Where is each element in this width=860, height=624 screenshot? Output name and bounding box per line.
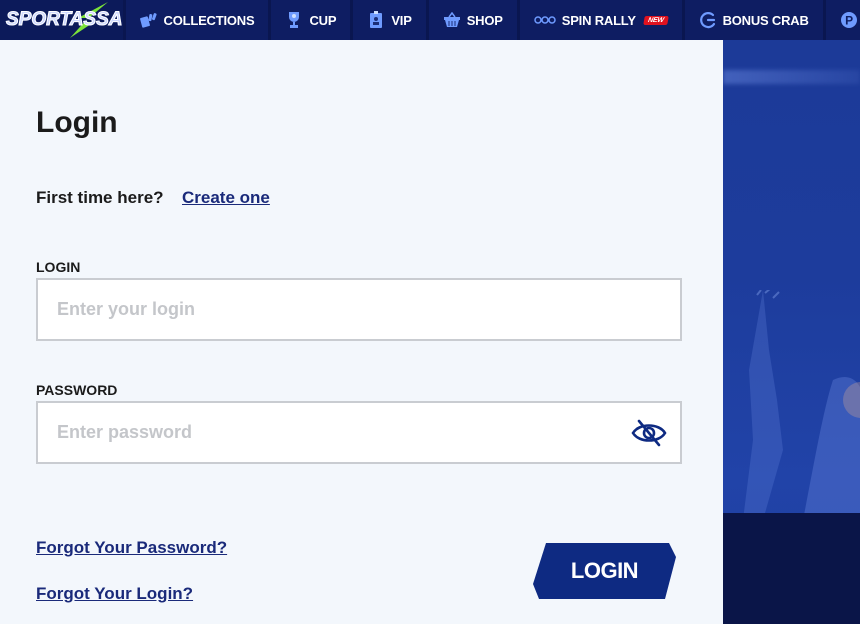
nav-item-cup[interactable]: CUP [268,0,351,40]
nav-label: CUP [309,12,337,28]
nav-item-spin-rally[interactable]: SPIN RALLY NEW [516,0,682,40]
stadium-lights [723,70,860,84]
crab-claw-icon [699,11,717,29]
sportassa-logo[interactable]: SPORTASSA [0,0,123,40]
p-coin-icon: P [840,11,858,29]
nav-label: SPIN RALLY [561,12,636,28]
svg-text:P: P [845,14,853,28]
password-field-wrapper [36,401,682,464]
login-button-label: LOGIN [570,558,639,583]
basket-icon [443,11,461,29]
forgot-login-link[interactable]: Forgot Your Login? [36,584,193,604]
cards-icon [139,11,158,29]
password-input[interactable] [57,422,617,443]
nav-item-bonus-crab[interactable]: BONUS CRAB [681,0,823,40]
create-account-link[interactable]: Create one [182,188,270,208]
nav-label: COLLECTIONS [163,12,255,28]
eye-off-icon[interactable] [630,419,668,447]
forgot-password-link[interactable]: Forgot Your Password? [36,538,227,558]
hero-background-image [723,40,860,624]
nav-item-vip[interactable]: VIP [350,0,426,40]
login-field-label: LOGIN [36,259,81,275]
password-field-label: PASSWORD [36,382,118,398]
nav-label: BONUS CRAB [722,12,809,28]
login-field-wrapper [36,278,682,341]
nav-label: SHOP [466,12,503,28]
vip-badge-icon [367,11,385,29]
page-title: Login [36,106,118,139]
nav-label: VIP [391,12,412,28]
nav-item-collections[interactable]: COLLECTIONS [122,0,269,40]
login-input[interactable] [57,299,617,320]
top-navigation: SPORTASSA COLLECTIONS CUP VIP SHOP SPIN … [0,0,860,40]
nav-item-shop[interactable]: SHOP [425,0,517,40]
login-panel: Login First time here? Create one LOGIN … [0,40,723,624]
fan-silhouette [743,290,860,520]
first-time-text: First time here? [36,188,164,207]
login-submit-button[interactable]: LOGIN [533,543,676,599]
race-cars-icon [533,11,556,29]
logo-text: SPORTASSA [6,9,123,31]
nav-item-guide[interactable]: P GUIDE [822,0,860,40]
hero-bottom-band [723,513,860,624]
new-badge: NEW [643,15,669,25]
trophy-icon [285,11,303,29]
